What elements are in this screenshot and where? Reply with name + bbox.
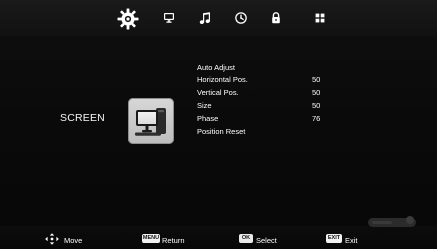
grid-icon[interactable] — [312, 10, 328, 26]
setting-value: 50 — [312, 88, 321, 97]
select-hint: Select — [256, 236, 277, 245]
setting-phase[interactable]: Phase 76 — [197, 114, 357, 125]
setting-label: Horizontal Pos. — [197, 75, 248, 84]
gear-icon[interactable] — [116, 7, 140, 31]
lock-icon[interactable] — [268, 10, 284, 26]
category-label: SCREEN — [60, 112, 105, 124]
setting-value: 50 — [312, 75, 321, 84]
setting-vertical-pos[interactable]: Vertical Pos. 50 — [197, 88, 357, 99]
clock-icon[interactable] — [233, 10, 249, 26]
setting-value: 76 — [312, 114, 321, 123]
category-tile — [128, 98, 174, 144]
osd-menu: SCREEN Auto Adjust Horizontal Pos. 50 Ve… — [0, 0, 437, 249]
top-menu-bar — [0, 0, 437, 36]
music-note-icon[interactable] — [197, 10, 213, 26]
move-hint: Move — [64, 236, 83, 245]
brand-logo — [366, 214, 418, 230]
setting-label: Phase — [197, 114, 219, 123]
setting-horizontal-pos[interactable]: Horizontal Pos. 50 — [197, 75, 357, 86]
setting-label: Auto Adjust — [197, 63, 235, 72]
menu-key[interactable]: MENU — [142, 234, 160, 243]
setting-auto-adjust[interactable]: Auto Adjust — [197, 63, 357, 74]
setting-value: 50 — [312, 101, 321, 110]
dpad-icon — [44, 232, 60, 246]
ok-key[interactable]: OK — [239, 234, 253, 243]
setting-label: Position Reset — [197, 127, 246, 136]
setting-position-reset[interactable]: Position Reset — [197, 127, 357, 138]
setting-size[interactable]: Size 50 — [197, 101, 357, 112]
monitor-icon[interactable] — [161, 10, 177, 26]
exit-hint: Exit — [345, 236, 358, 245]
monitor-pc-icon — [135, 108, 166, 136]
return-hint: Return — [162, 236, 185, 245]
exit-key[interactable]: EXIT — [326, 234, 342, 243]
setting-label: Size — [197, 101, 212, 110]
setting-label: Vertical Pos. — [197, 88, 239, 97]
